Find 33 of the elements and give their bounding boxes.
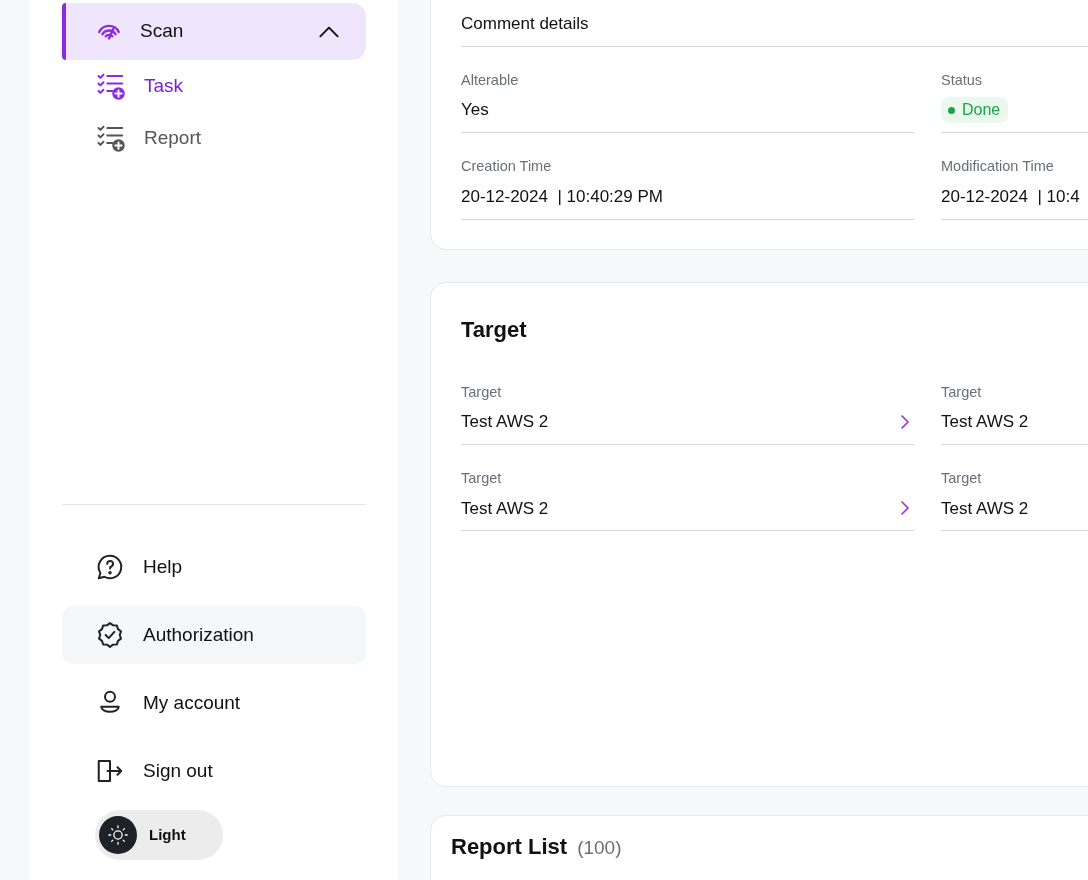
check-badge-icon <box>95 620 125 650</box>
field-label: Target <box>941 382 983 402</box>
field-label: Creation Time <box>461 157 553 177</box>
field-label: Target <box>461 468 503 488</box>
field-value: Test AWS 2 <box>461 497 549 520</box>
field-label: Target <box>941 468 983 488</box>
field-value: 20-12-2024 | 10:40:29 PM <box>461 186 663 208</box>
submenu-item[interactable]: Task <box>62 60 366 112</box>
checklist-add-icon <box>96 71 126 101</box>
field-label: Status <box>941 70 984 90</box>
field-value: Test AWS 2 <box>941 497 1029 520</box>
theme-toggle[interactable]: Light <box>95 810 223 860</box>
sidebar-item[interactable]: Sign out <box>62 742 366 800</box>
sun-icon <box>107 824 129 846</box>
field-value: Test AWS 2 <box>941 411 1029 434</box>
count-label: (100) <box>577 835 622 860</box>
field-label: Modification Time <box>941 157 1055 177</box>
field-label: Alterable <box>461 70 520 90</box>
status-badge: Done <box>941 97 1009 124</box>
field-value: Yes <box>461 99 489 122</box>
section-title: Target <box>461 315 528 344</box>
field-label: Target <box>461 382 503 402</box>
scan-menu-item[interactable]: Scan <box>62 3 366 60</box>
section-title: Report List <box>451 832 568 861</box>
submenu-item[interactable]: Report <box>62 112 366 164</box>
sidebar-item[interactable]: My account <box>62 674 366 732</box>
checklist-add-icon <box>96 123 126 153</box>
sidebar-item[interactable]: Authorization <box>62 606 366 664</box>
field-value: 20-12-2024 | 10:4 <box>941 186 1080 208</box>
field-value: Test AWS 2 <box>461 411 549 434</box>
sidebar-item[interactable]: Help <box>62 538 366 596</box>
help-icon <box>95 552 125 582</box>
field-value: Comment details <box>461 13 590 35</box>
